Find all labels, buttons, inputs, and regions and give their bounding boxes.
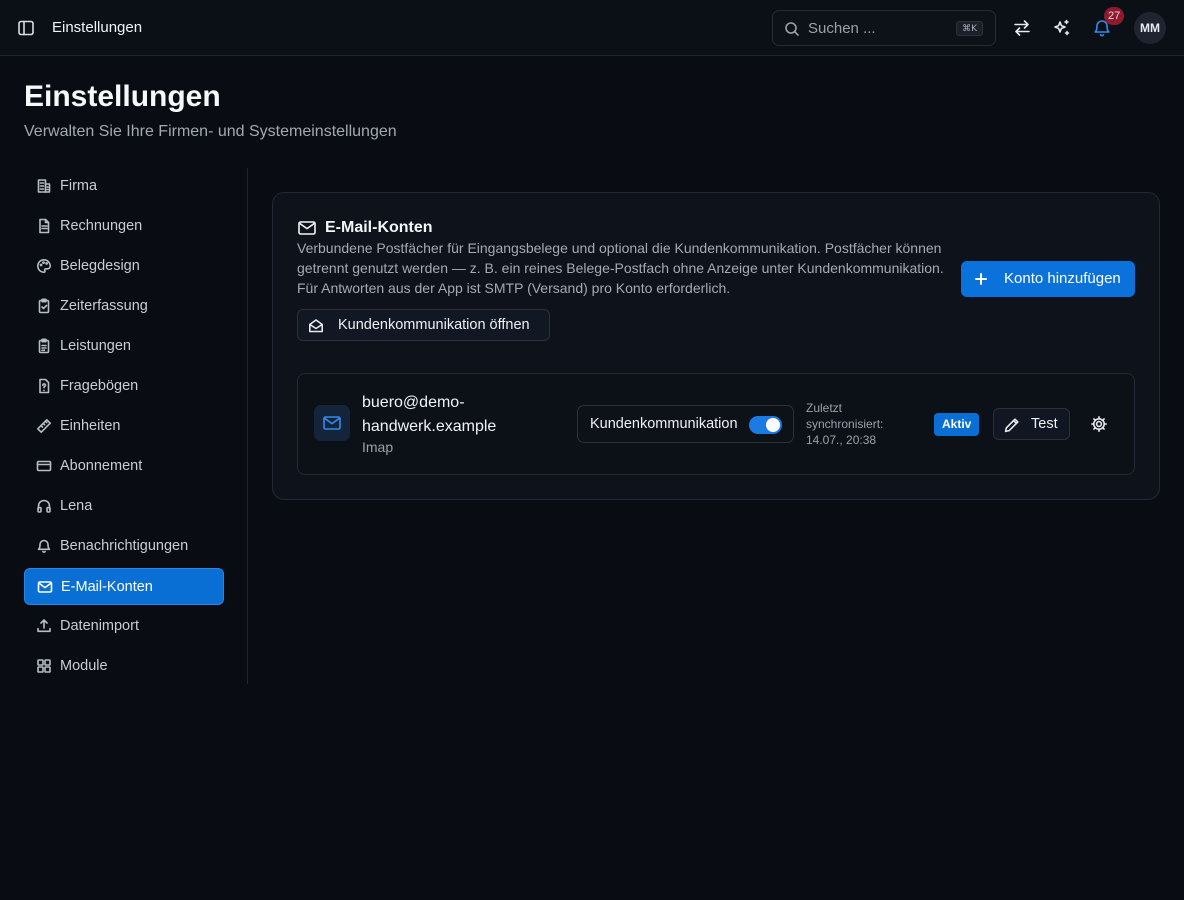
gear-icon[interactable]: [1090, 415, 1108, 433]
search-icon: [784, 21, 800, 37]
top-bar: Einstellungen Suchen ... ⌘K 27 MM: [0, 0, 1184, 56]
nav-label: Rechnungen: [60, 218, 143, 234]
nav-item-rechnungen[interactable]: Rechnungen: [24, 208, 224, 245]
page-title: Einstellungen: [24, 80, 221, 113]
clipboard-check-icon: [36, 298, 52, 314]
credit-card-icon: [36, 458, 52, 474]
ruler-icon: [36, 418, 52, 434]
card-title: E-Mail-Konten: [325, 219, 433, 236]
open-communication-label: Kundenkommunikation öffnen: [338, 317, 530, 333]
email-accounts-card: E-Mail-Konten Verbundene Postfächer für …: [272, 192, 1160, 500]
user-avatar[interactable]: MM: [1134, 12, 1166, 44]
bell-icon: [36, 538, 52, 554]
nav-item-belegdesign[interactable]: Belegdesign: [24, 248, 224, 285]
sync-info: Zuletzt synchronisiert: 14.07., 20:38: [806, 400, 916, 448]
nav-item-abonnement[interactable]: Abonnement: [24, 448, 224, 485]
nav-label: Module: [60, 658, 108, 674]
nav-divider: [247, 168, 248, 684]
switch-knob: [766, 418, 780, 432]
mail-icon: [322, 414, 342, 432]
nav-label: E-Mail-Konten: [61, 579, 153, 595]
sync-label: Zuletzt synchronisiert:: [806, 401, 884, 431]
settings-nav: Firma Rechnungen Belegdesign Zeiterfassu…: [24, 168, 224, 688]
pencil-icon: [1004, 417, 1020, 433]
sidebar-toggle-icon[interactable]: [17, 19, 35, 37]
add-account-button[interactable]: Konto hinzufügen: [961, 261, 1135, 297]
status-badge: Aktiv: [934, 413, 980, 436]
mail-icon: [297, 218, 317, 238]
nav-item-leistungen[interactable]: Leistungen: [24, 328, 224, 365]
building-icon: [36, 178, 52, 194]
mail-open-icon: [308, 318, 324, 334]
topbar-title: Einstellungen: [52, 19, 143, 36]
grid-icon: [36, 658, 52, 674]
nav-label: Leistungen: [60, 338, 131, 354]
palette-icon: [36, 258, 52, 274]
sparkles-icon[interactable]: [1052, 18, 1072, 38]
question-file-icon: [36, 378, 52, 394]
document-icon: [36, 218, 52, 234]
nav-item-module[interactable]: Module: [24, 648, 224, 685]
nav-label: Lena: [60, 498, 93, 514]
communication-label: Kundenkommunikation: [590, 416, 738, 432]
clipboard-list-icon: [36, 338, 52, 354]
open-customer-communication-button[interactable]: Kundenkommunikation öffnen: [297, 309, 550, 341]
search-placeholder: Suchen ...: [808, 20, 876, 37]
account-email: buero@demo-handwerk.example: [362, 394, 497, 435]
nav-label: Belegdesign: [60, 258, 140, 274]
test-button[interactable]: Test: [993, 408, 1070, 440]
nav-label: Benachrichtigungen: [60, 538, 189, 554]
nav-label: Firma: [60, 178, 98, 194]
nav-item-firma[interactable]: Firma: [24, 168, 224, 205]
nav-label: Zeiterfassung: [60, 298, 148, 314]
page-subtitle: Verwalten Sie Ihre Firmen- und Systemein…: [24, 123, 397, 140]
plus-icon: [973, 271, 989, 287]
nav-item-zeiterfassung[interactable]: Zeiterfassung: [24, 288, 224, 325]
customer-communication-toggle: Kundenkommunikation: [577, 405, 794, 443]
upload-icon: [36, 618, 52, 634]
test-label: Test: [1031, 416, 1058, 432]
nav-item-email-konten[interactable]: E-Mail-Konten: [24, 568, 224, 605]
nav-item-datenimport[interactable]: Datenimport: [24, 608, 224, 645]
switch-arrows-icon[interactable]: [1012, 18, 1032, 38]
search-shortcut: ⌘K: [956, 21, 983, 36]
add-account-label: Konto hinzufügen: [1004, 270, 1121, 287]
nav-label: Abonnement: [60, 458, 143, 474]
nav-item-frageboegen[interactable]: Fragebögen: [24, 368, 224, 405]
mail-icon: [37, 579, 53, 595]
notification-count-badge: 27: [1104, 7, 1125, 25]
account-row: buero@demo-handwerk.example Imap Kundenk…: [297, 373, 1135, 475]
nav-label: Fragebögen: [60, 378, 139, 394]
headphones-icon: [36, 498, 52, 514]
nav-item-lena[interactable]: Lena: [24, 488, 224, 525]
nav-label: Einheiten: [60, 418, 121, 434]
nav-label: Datenimport: [60, 618, 139, 634]
sync-time: 14.07., 20:38: [806, 433, 877, 447]
nav-item-einheiten[interactable]: Einheiten: [24, 408, 224, 445]
account-type: Imap: [362, 439, 394, 455]
card-description: Verbundene Postfächer für Eingangsbelege…: [297, 240, 944, 296]
search-input[interactable]: Suchen ... ⌘K: [772, 10, 996, 46]
communication-switch[interactable]: [749, 416, 782, 434]
nav-item-benachrichtigungen[interactable]: Benachrichtigungen: [24, 528, 224, 565]
account-avatar: [314, 405, 350, 441]
